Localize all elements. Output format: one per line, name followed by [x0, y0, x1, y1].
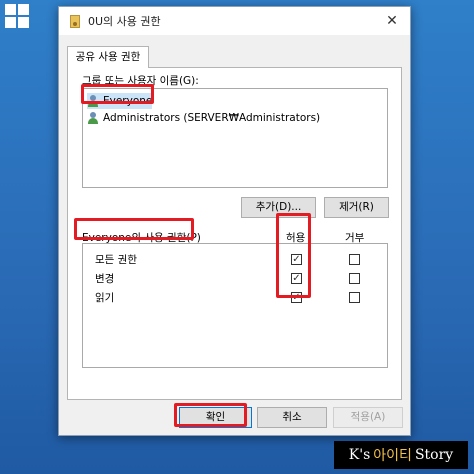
permission-name: 모든 권한: [95, 254, 137, 266]
checkmark-icon: ✓: [292, 254, 301, 265]
windows-logo-pane: [18, 17, 29, 28]
permission-name: 변경: [95, 273, 115, 285]
remove-button[interactable]: 제거(R): [324, 197, 389, 218]
deny-change-checkbox[interactable]: [349, 273, 360, 284]
permissions-dialog: 0U의 사용 권한 ✕ 공유 사용 권한 그룹 또는 사용자 이름(G): Ev…: [58, 6, 411, 436]
ok-button[interactable]: 확인: [179, 407, 252, 428]
watermark-text: K's: [348, 447, 371, 463]
close-icon: ✕: [386, 13, 398, 29]
window-title: 0U의 사용 권한: [88, 15, 161, 28]
tab-share-permissions[interactable]: 공유 사용 권한: [67, 46, 149, 68]
allow-read-checkbox[interactable]: ✓: [291, 292, 302, 303]
watermark-text: Story: [414, 447, 454, 463]
windows-logo-pane: [18, 4, 29, 15]
allow-change-checkbox[interactable]: ✓: [291, 273, 302, 284]
user-list[interactable]: Everyone Administrators (SERVER₩Administ…: [82, 88, 388, 188]
watermark-text: 아이티: [373, 448, 412, 464]
checkmark-icon: ✓: [292, 292, 301, 303]
deny-full-control-checkbox[interactable]: [349, 254, 360, 265]
checkmark-icon: ✓: [292, 273, 301, 284]
watermark-logo: K's 아이티 Story: [334, 441, 468, 469]
apply-button[interactable]: 적용(A): [333, 407, 403, 428]
windows-logo-pane: [5, 17, 16, 28]
share-permissions-panel: 그룹 또는 사용자 이름(G): Everyone Administrators…: [67, 67, 402, 400]
user-group-icon: [87, 95, 100, 107]
windows-logo-icon[interactable]: [5, 4, 29, 28]
user-item-everyone[interactable]: Everyone: [87, 93, 153, 109]
windows-logo-pane: [5, 4, 16, 15]
permissions-list: 모든 권한 변경 읽기 ✓ ✓ ✓: [82, 243, 388, 368]
user-name: Everyone: [103, 95, 153, 107]
add-button[interactable]: 추가(D)...: [241, 197, 316, 218]
user-item-administrators[interactable]: Administrators (SERVER₩Administrators): [87, 110, 320, 126]
cancel-button[interactable]: 취소: [257, 407, 327, 428]
user-name: Administrators (SERVER₩Administrators): [103, 112, 321, 124]
user-group-icon: [87, 112, 100, 124]
group-user-label: 그룹 또는 사용자 이름(G):: [82, 75, 199, 87]
permission-name: 읽기: [95, 292, 115, 304]
allow-full-control-checkbox[interactable]: ✓: [291, 254, 302, 265]
deny-read-checkbox[interactable]: [349, 292, 360, 303]
share-folder-icon: [70, 14, 80, 28]
close-button[interactable]: ✕: [382, 11, 402, 31]
title-bar[interactable]: 0U의 사용 권한 ✕: [59, 7, 410, 35]
